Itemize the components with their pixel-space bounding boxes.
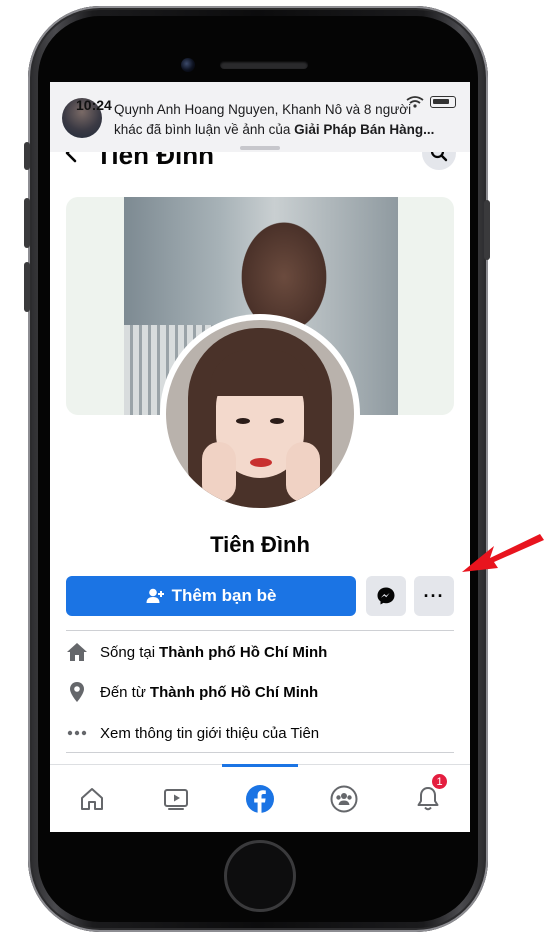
profile-photo-hand <box>202 442 236 502</box>
profile-photo <box>166 320 354 508</box>
watch-video-icon <box>164 789 188 810</box>
more-options-icon: ··· <box>423 585 445 606</box>
divider <box>66 752 454 753</box>
lives-in-city[interactable]: Thành phố Hồ Chí Minh <box>159 644 327 661</box>
wifi-icon <box>406 96 424 108</box>
home-icon <box>66 641 88 663</box>
screen: Tiên Đình 10:24 Quynh Anh Hoang Nguyen, … <box>50 82 470 832</box>
banner-grab-handle[interactable] <box>240 146 280 150</box>
from-city[interactable]: Thành phố Hồ Chí Minh <box>150 684 318 701</box>
battery-icon <box>430 96 456 108</box>
volume-down-button <box>24 262 30 312</box>
nav-home[interactable] <box>50 765 134 832</box>
power-button <box>484 200 490 260</box>
bottom-navigation: 1 <box>50 764 470 832</box>
volume-up-button <box>24 198 30 248</box>
info-from: Đến từ Thành phố Hồ Chí Minh <box>66 678 454 706</box>
from-prefix: Đến từ <box>100 683 146 701</box>
add-friend-icon <box>146 588 164 603</box>
notification-text-line1: Quynh Anh Hoang Nguyen, Khanh Nô và 8 ng… <box>114 102 412 117</box>
add-friend-button[interactable]: Thêm bạn bè <box>66 576 356 616</box>
home-button[interactable] <box>224 840 296 912</box>
nav-groups[interactable] <box>302 765 386 832</box>
notification-banner[interactable]: 10:24 Quynh Anh Hoang Nguyen, Khanh Nô v… <box>50 82 470 152</box>
profile-picture[interactable] <box>160 314 360 514</box>
status-time: 10:24 <box>76 97 112 113</box>
info-lives-in: Sống tại Thành phố Hồ Chí Minh <box>66 638 454 666</box>
notification-text-line2: khác đã bình luận về ảnh của <box>114 122 295 137</box>
home-icon <box>81 788 103 810</box>
lives-in-prefix: Sống tại <box>100 643 156 661</box>
nav-watch[interactable] <box>134 765 218 832</box>
facebook-logo-icon <box>246 785 274 813</box>
front-camera <box>181 58 195 72</box>
profile-photo-eye <box>270 418 284 424</box>
notification-count-badge: 1 <box>431 773 448 790</box>
bell-icon <box>417 787 439 811</box>
nav-notifications[interactable]: 1 <box>386 765 470 832</box>
profile-photo-eye <box>236 418 250 424</box>
annotation-arrow-icon <box>462 534 544 572</box>
earpiece-speaker <box>220 61 308 69</box>
location-pin-icon <box>66 681 88 703</box>
profile-photo-hand <box>286 442 320 502</box>
more-dots-icon <box>66 722 88 744</box>
message-button[interactable] <box>366 576 406 616</box>
messenger-icon <box>377 587 395 605</box>
profile-name: Tiên Đình <box>210 532 310 557</box>
more-options-button[interactable]: ··· <box>414 576 454 616</box>
add-friend-label: Thêm bạn bè <box>171 586 277 605</box>
info-see-about[interactable]: Xem thông tin giới thiệu của Tiên <box>66 719 454 747</box>
status-icons <box>406 96 456 108</box>
groups-icon <box>330 785 358 813</box>
see-about-label: Xem thông tin giới thiệu của Tiên <box>100 724 320 742</box>
profile-photo-lips <box>250 458 272 467</box>
profile-actions: Thêm bạn bè ··· <box>66 576 454 616</box>
divider <box>66 630 454 631</box>
nav-facebook[interactable] <box>218 765 302 832</box>
notification-page-name: Giải Pháp Bán Hàng... <box>294 122 435 137</box>
mute-switch <box>24 142 30 170</box>
